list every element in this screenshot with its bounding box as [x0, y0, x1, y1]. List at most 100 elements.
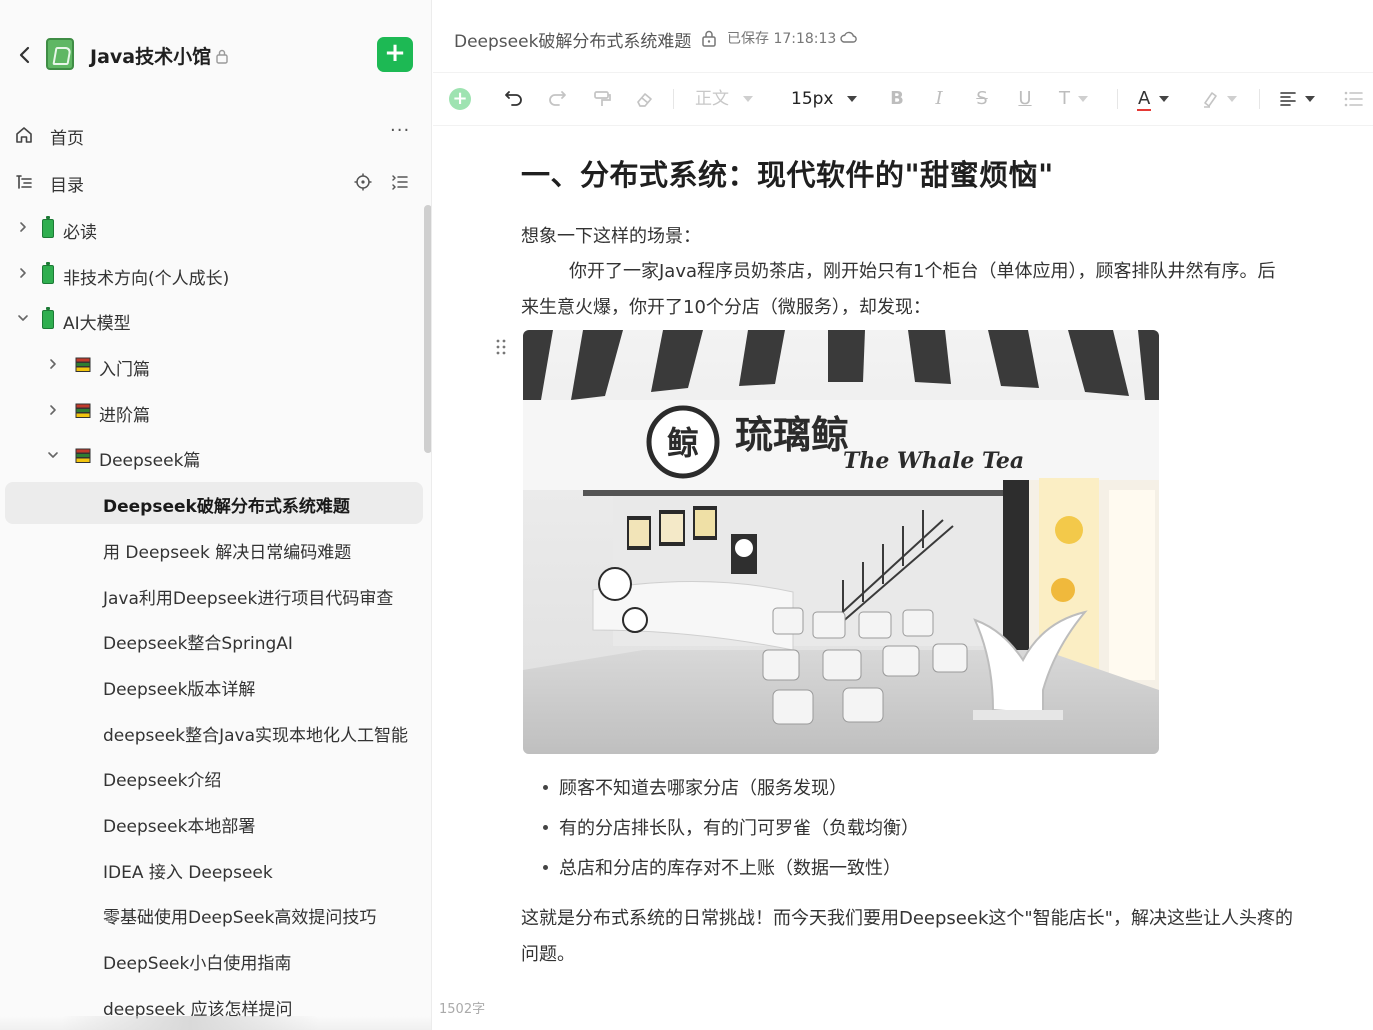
paragraph-conclusion-2: 问题。: [521, 944, 575, 965]
chevron-down-icon: [1227, 96, 1237, 102]
tea-shop-image[interactable]: 鲸 琉璃鲸 The Whale Tea: [523, 330, 1159, 754]
chevron-down-icon: [1305, 96, 1315, 102]
doc-title[interactable]: Deepseek破解分布式系统难题: [454, 27, 691, 52]
format-painter-icon[interactable]: [591, 86, 613, 112]
chevron-right-icon[interactable]: [46, 403, 60, 417]
chevron-down-icon[interactable]: [16, 311, 30, 325]
sidebar-tree-item[interactable]: 零基础使用DeepSeek高效提问技巧: [0, 891, 431, 937]
toolbar-divider: [673, 89, 674, 109]
undo-icon[interactable]: [503, 86, 525, 112]
font-size-select[interactable]: 15px: [791, 86, 861, 112]
sidebar-tree-item[interactable]: 进阶篇: [0, 389, 431, 435]
back-button[interactable]: [14, 44, 36, 66]
chevron-right-icon[interactable]: [16, 220, 30, 234]
word-count: 1502字: [439, 1002, 486, 1017]
doc-tree: 必读非技术方向(个人成长) AI大模型入门篇进阶篇 Deepseek篇 Deepsee…: [0, 206, 431, 1028]
battery-icon: [42, 216, 54, 238]
bold-button[interactable]: B: [887, 86, 907, 112]
book-title[interactable]: Java技术小馆: [90, 42, 211, 69]
sidebar-tree-item-label: Deepseek整合SpringAI: [103, 634, 293, 655]
align-left-icon: [1280, 92, 1296, 106]
bold-icon: B: [890, 88, 904, 109]
sidebar-tree-item[interactable]: 非技术方向(个人成长): [0, 252, 431, 298]
strikethrough-button[interactable]: S: [972, 86, 992, 112]
sidebar-item-toc[interactable]: 目录: [0, 163, 431, 203]
sidebar-tree-item[interactable]: 用 Deepseek 解决日常编码难题: [0, 526, 431, 572]
doc-header: Deepseek破解分布式系统难题 已保存 17:18:13: [433, 0, 1373, 72]
bullet-list-icon[interactable]: [1343, 86, 1363, 112]
books-icon: [74, 356, 92, 374]
highlight-color-select[interactable]: [1201, 86, 1245, 112]
chevron-down-icon: [743, 96, 753, 102]
shop-sign-en: The Whale Tea: [843, 448, 1024, 474]
sidebar-tree-item-label: 入门篇: [99, 360, 150, 381]
drag-handle-icon[interactable]: [495, 338, 507, 356]
underline-button[interactable]: U: [1015, 86, 1035, 112]
paragraph-style-select[interactable]: 正文: [695, 86, 765, 112]
italic-button[interactable]: I: [929, 86, 949, 112]
plus-icon: +: [384, 38, 406, 68]
strikethrough-icon: S: [976, 88, 988, 109]
sidebar-item-label: 目录: [50, 176, 84, 196]
sidebar-tree-item-label: DeepSeek小白使用指南: [103, 954, 292, 974]
redo-icon[interactable]: [546, 86, 568, 112]
locate-icon[interactable]: [353, 172, 373, 192]
text-height-icon: T: [1059, 88, 1070, 109]
toolbar-divider: [1259, 89, 1260, 109]
clear-format-icon[interactable]: [633, 86, 655, 112]
sidebar-tree-item-label: 必读: [63, 223, 97, 243]
sidebar-tree-item-label: Deepseek本地部署: [103, 816, 256, 837]
chevron-down-icon: [1159, 96, 1170, 102]
sidebar-tree-item[interactable]: deepseek整合Java实现本地化人工智能: [0, 709, 431, 755]
save-status: 已保存 17:18:13: [727, 31, 837, 47]
sidebar-scrollbar[interactable]: [424, 205, 431, 453]
text-color-select[interactable]: A: [1137, 86, 1185, 112]
plus-icon: +: [452, 88, 468, 109]
lock-icon: [702, 30, 716, 47]
sidebar-tree-item-label: Deepseek破解分布式系统难题: [103, 497, 350, 518]
chevron-right-icon[interactable]: [16, 266, 30, 280]
sidebar-tree-item[interactable]: Java利用Deepseek进行项目代码审查: [0, 572, 431, 618]
sidebar-tree-item[interactable]: Deepseek版本详解: [0, 663, 431, 709]
sidebar-tree-item-label: IDEA 接入 Deepseek: [103, 862, 273, 883]
sidebar-tree-item[interactable]: Deepseek篇: [0, 434, 431, 480]
sidebar-item-home[interactable]: 首页 ···: [0, 116, 431, 156]
text-transform-select[interactable]: T: [1059, 86, 1099, 112]
sidebar-tree-item[interactable]: DeepSeek小白使用指南: [0, 937, 431, 983]
sidebar-tree-item[interactable]: 必读: [0, 206, 431, 252]
more-options-button[interactable]: ···: [390, 120, 410, 141]
sidebar-tree-item[interactable]: Deepseek介绍: [0, 754, 431, 800]
battery-icon: [42, 261, 54, 284]
chevron-right-icon[interactable]: [46, 357, 60, 371]
list-item: 有的分店排长队，有的门可罗雀（负载均衡）: [541, 814, 919, 854]
sidebar-tree-item[interactable]: 入门篇: [0, 343, 431, 389]
paragraph-style-value: 正文: [695, 89, 729, 109]
books-icon: [74, 447, 92, 465]
sidebar-tree-item[interactable]: IDEA 接入 Deepseek: [0, 846, 431, 892]
font-color-icon: A: [1137, 88, 1152, 111]
sidebar-tree-item[interactable]: Deepseek破解分布式系统难题: [0, 480, 431, 526]
sidebar-tree-item[interactable]: Deepseek本地部署: [0, 800, 431, 846]
sidebar-tree-item[interactable]: AI大模型: [0, 297, 431, 343]
underline-icon: U: [1018, 88, 1032, 109]
italic-icon: I: [935, 88, 943, 109]
bullet-list: 顾客不知道去哪家分店（服务发现） 有的分店排长队，有的门可罗雀（负载均衡） 总店和分…: [541, 774, 919, 894]
books-icon: [74, 402, 92, 420]
paragraph-line-1: 你开了一家Java程序员奶茶店，刚开始只有1个柜台（单体应用），顾客排队井然有序…: [569, 261, 1276, 282]
sidebar-tree-item-label: Java利用Deepseek进行项目代码审查: [103, 588, 394, 609]
collapse-all-icon[interactable]: [390, 172, 410, 192]
add-button[interactable]: +: [377, 37, 413, 72]
chevron-down-icon[interactable]: [46, 448, 60, 462]
sidebar-tree-item-label: Deepseek版本详解: [103, 679, 256, 700]
chevron-left-icon: [19, 46, 30, 64]
paragraph-line-2: 来生意火爆，你开了10个分店（微服务），却发现：: [521, 297, 931, 318]
list-item: 顾客不知道去哪家分店（服务发现）: [541, 774, 919, 814]
align-select[interactable]: [1279, 86, 1321, 112]
paragraph-intro: 想象一下这样的场景：: [521, 226, 701, 247]
sidebar-tree-item[interactable]: Deepseek整合SpringAI: [0, 617, 431, 663]
sidebar-tree-item-label: Deepseek篇: [99, 451, 201, 472]
toolbar-divider: [1117, 89, 1118, 109]
bottom-shadow: [60, 1016, 320, 1030]
insert-button[interactable]: +: [449, 88, 471, 110]
cloud-icon: [840, 31, 857, 43]
